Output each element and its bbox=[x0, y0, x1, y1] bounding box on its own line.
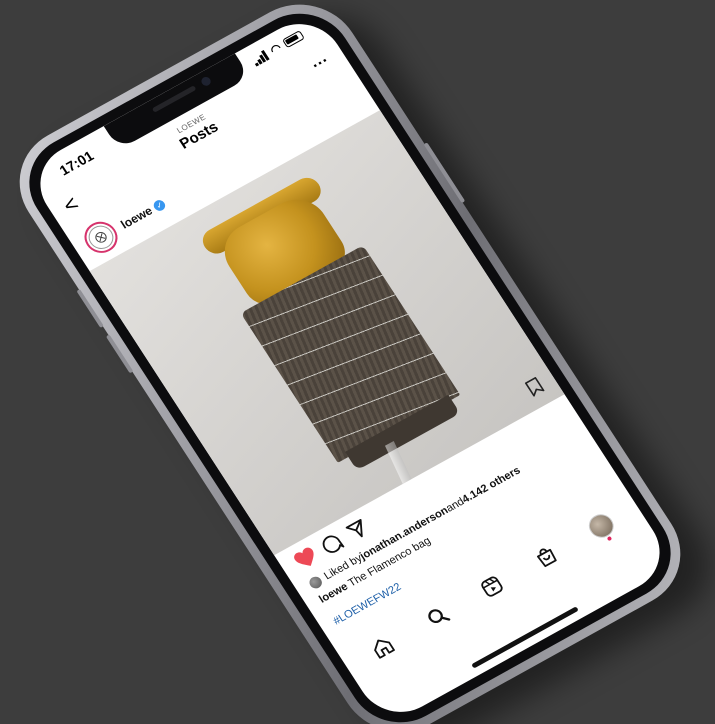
comment-icon[interactable] bbox=[317, 531, 345, 558]
verified-badge-icon: ✓ bbox=[151, 197, 168, 213]
avatar[interactable] bbox=[78, 216, 124, 259]
scene: 17:01 ◠ < LOEWE Posts ... loewe ✓ Liked … bbox=[0, 0, 715, 724]
phone-mockup: 17:01 ◠ < LOEWE Posts ... loewe ✓ Liked … bbox=[0, 0, 703, 724]
loewe-logo-icon bbox=[83, 221, 119, 254]
post-username[interactable]: loewe bbox=[118, 204, 155, 232]
save-icon[interactable] bbox=[524, 376, 546, 398]
heart-icon[interactable] bbox=[291, 545, 321, 572]
shop-icon bbox=[537, 548, 558, 567]
liker-avatar bbox=[307, 574, 325, 591]
wifi-icon: ◠ bbox=[267, 40, 285, 58]
profile-avatar bbox=[584, 510, 619, 543]
tab-profile[interactable] bbox=[583, 509, 620, 543]
battery-icon bbox=[281, 30, 305, 49]
signal-icon bbox=[250, 49, 270, 67]
tab-home[interactable] bbox=[364, 630, 401, 664]
share-icon[interactable] bbox=[343, 516, 371, 543]
reels-icon bbox=[481, 576, 503, 597]
tab-shop[interactable] bbox=[528, 539, 565, 573]
phone-screen: 17:01 ◠ < LOEWE Posts ... loewe ✓ Liked … bbox=[24, 9, 676, 724]
home-icon bbox=[374, 639, 396, 659]
tab-reels[interactable] bbox=[473, 569, 510, 603]
search-icon bbox=[427, 609, 450, 624]
notification-dot bbox=[606, 536, 613, 542]
front-camera bbox=[199, 75, 213, 88]
tab-search[interactable] bbox=[419, 600, 456, 634]
